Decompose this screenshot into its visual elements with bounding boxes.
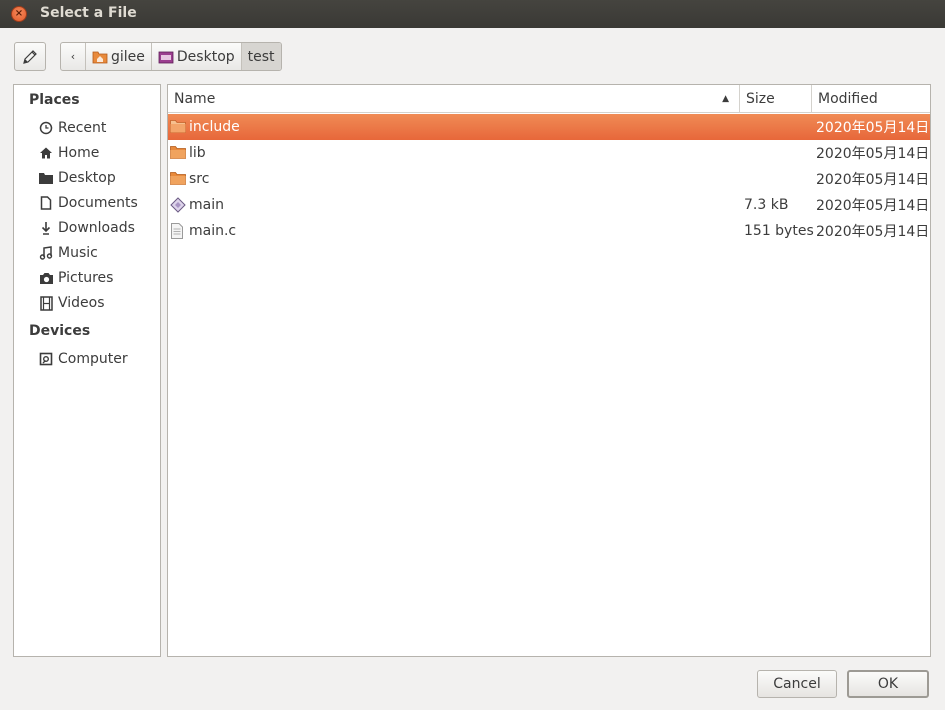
sidebar-item-label: Recent — [58, 120, 107, 136]
type-location-button[interactable] — [14, 42, 46, 71]
download-icon — [38, 220, 54, 236]
file-modified: 2020年05月14日 — [816, 146, 930, 162]
sort-ascending-icon: ▲ — [722, 94, 729, 104]
home-icon — [38, 145, 54, 161]
sidebar-item-label: Pictures — [58, 270, 114, 286]
breadcrumb-item-test[interactable]: test — [241, 43, 281, 70]
file-row[interactable]: main.c 151 bytes 2020年05月14日 — [168, 218, 930, 244]
devices-heading: Devices — [29, 323, 91, 339]
column-header-name[interactable]: Name ▲ — [168, 85, 740, 113]
file-row[interactable]: main 7.3 kB 2020年05月14日 — [168, 192, 930, 218]
sidebar-item-music[interactable]: Music — [38, 242, 98, 264]
sidebar-item-desktop[interactable]: Desktop — [38, 167, 116, 189]
home-folder-icon — [92, 50, 108, 64]
file-modified: 2020年05月14日 — [816, 172, 930, 188]
ok-button[interactable]: OK — [847, 670, 929, 698]
desktop-folder-icon — [158, 50, 174, 64]
sidebar-item-documents[interactable]: Documents — [38, 192, 138, 214]
folder-icon — [170, 145, 186, 161]
file-name: main.c — [189, 223, 237, 239]
sidebar-item-downloads[interactable]: Downloads — [38, 217, 135, 239]
close-icon: × — [14, 8, 24, 19]
sidebar-item-label: Documents — [58, 195, 138, 211]
file-modified: 2020年05月14日 — [816, 198, 930, 214]
breadcrumb-label: gilee — [111, 48, 145, 65]
places-heading: Places — [29, 92, 80, 108]
file-name: main — [189, 197, 224, 213]
sidebar-item-videos[interactable]: Videos — [38, 292, 105, 314]
executable-icon — [170, 197, 186, 213]
sidebar-item-home[interactable]: Home — [38, 142, 99, 164]
breadcrumb-item-desktop[interactable]: Desktop — [152, 43, 242, 70]
drive-icon — [38, 351, 54, 367]
sidebar-item-label: Home — [58, 145, 100, 161]
folder-icon — [170, 171, 186, 187]
column-label: Modified — [818, 90, 878, 107]
file-size: 7.3 kB — [744, 197, 789, 213]
file-size: 151 bytes — [744, 223, 814, 239]
folder-icon — [170, 119, 186, 135]
breadcrumb: ‹ gilee Desktop test — [60, 42, 282, 71]
window-title: Select a File — [40, 5, 137, 21]
file-modified: 2020年05月14日 — [816, 120, 930, 136]
sidebar-item-label: Desktop — [58, 170, 116, 186]
cancel-button[interactable]: Cancel — [757, 670, 837, 698]
sidebar-item-pictures[interactable]: Pictures — [38, 267, 113, 289]
file-row[interactable]: include 2020年05月14日 — [168, 114, 930, 140]
film-icon — [38, 295, 54, 311]
column-label: Name — [174, 90, 216, 107]
title-bar: × Select a File — [0, 0, 945, 28]
desktop-icon — [38, 170, 54, 186]
breadcrumb-label: test — [247, 48, 275, 65]
sidebar-item-recent[interactable]: Recent — [38, 117, 106, 139]
chevron-left-icon: ‹ — [70, 50, 76, 63]
file-name: include — [189, 119, 240, 135]
sidebar-item-computer[interactable]: Computer — [38, 348, 128, 370]
column-label: Size — [746, 90, 775, 107]
music-icon — [38, 245, 54, 261]
column-header-size[interactable]: Size — [740, 85, 812, 113]
breadcrumb-back-button[interactable]: ‹ — [61, 43, 86, 70]
file-row[interactable]: lib 2020年05月14日 — [168, 140, 930, 166]
sidebar-item-label: Music — [58, 245, 98, 261]
breadcrumb-item-home[interactable]: gilee — [86, 43, 152, 70]
column-header-modified[interactable]: Modified — [812, 85, 930, 113]
sidebar-item-label: Computer — [58, 351, 128, 367]
breadcrumb-label: Desktop — [176, 48, 235, 65]
clock-icon — [38, 120, 54, 136]
close-button[interactable]: × — [11, 6, 27, 22]
file-modified: 2020年05月14日 — [816, 224, 930, 240]
file-name: lib — [189, 145, 206, 161]
file-list: Name ▲ Size Modified include 2020年05月14日… — [167, 84, 931, 657]
sidebar-item-label: Videos — [58, 295, 105, 311]
camera-icon — [38, 270, 54, 286]
file-name: src — [189, 171, 210, 187]
pencil-icon — [23, 49, 37, 64]
sidebar-item-label: Downloads — [58, 220, 135, 236]
file-row[interactable]: src 2020年05月14日 — [168, 166, 930, 192]
document-icon — [38, 195, 54, 211]
text-file-icon — [170, 223, 186, 239]
places-sidebar: Places Recent Home Desktop Documents Dow… — [13, 84, 161, 657]
